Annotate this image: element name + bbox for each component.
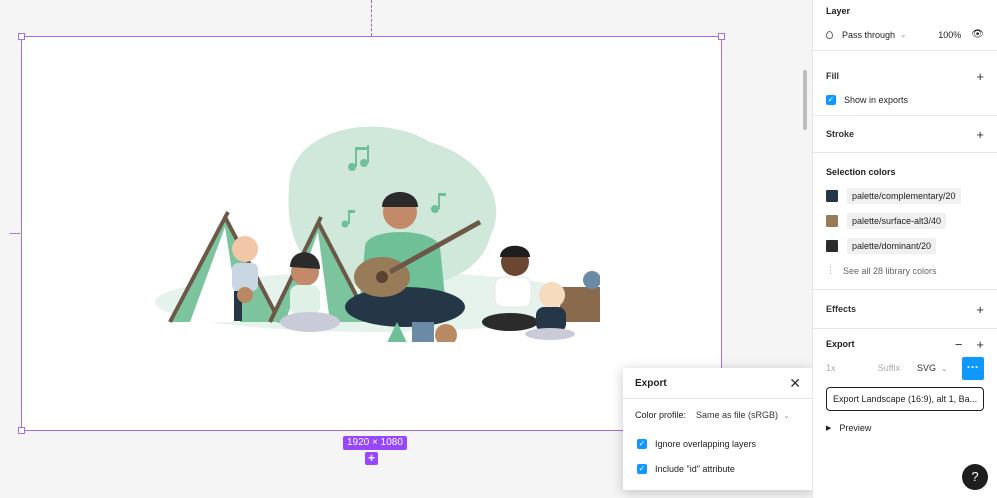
eye-icon[interactable]: 👁 [971,29,984,40]
minus-icon[interactable]: − [955,337,963,352]
export-settings-row: 1x Suffix SVG ⌄ ··· [826,355,985,381]
fill-title: Fill + [826,68,984,84]
checkbox-checked-icon[interactable]: ✓ [637,463,647,474]
resize-handle-top-left[interactable] [18,33,25,40]
preview-toggle[interactable]: ▶ Preview [826,415,984,440]
export-popup-header: Export ✕ [623,368,812,399]
export-title: Export − + [826,336,984,352]
chevron-down-icon[interactable]: ⌄ [900,30,907,39]
stroke-section: Stroke + [813,116,997,153]
selection-colors-section: Selection colors palette/complementary/2… [813,153,997,290]
close-icon[interactable]: ✕ [789,376,801,390]
option-label: Ignore overlapping layers [655,438,757,449]
selection-color-row[interactable]: palette/complementary/20 [826,183,984,208]
export-suffix-input[interactable]: Suffix [861,363,917,373]
properties-panel: Layer Pass through ⌄ 100% 👁 Fill + ✓ Show… [812,0,997,498]
effects-title: Effects + [826,301,984,317]
selection-colors-title: Selection colors [826,167,896,177]
vertical-scrollbar[interactable] [803,70,807,130]
layer-title: Layer [826,6,851,16]
color-profile-select[interactable]: Same as file (sRGB) [696,410,778,420]
add-frame-button[interactable]: + [365,452,378,465]
canvas[interactable]: 1920 × 1080 + Export ✕ Color profile: Sa… [0,0,812,498]
figma-app: 1920 × 1080 + Export ✕ Color profile: Sa… [0,0,997,498]
color-swatch[interactable] [826,214,838,227]
plus-icon[interactable]: + [976,302,984,317]
color-style-name[interactable]: palette/complementary/20 [847,187,961,204]
see-all-colors-row[interactable]: ⋮ See all 28 library colors [826,258,984,283]
export-more-button[interactable]: ··· [961,356,985,380]
show-in-exports-row[interactable]: ✓ Show in exports [826,87,984,112]
include-id-option[interactable]: ✓ Include "id" attribute [623,456,812,481]
ignore-overlapping-option[interactable]: ✓ Ignore overlapping layers [623,431,812,456]
opacity-value[interactable]: 100% [938,30,961,40]
checkbox-checked-icon[interactable]: ✓ [826,94,836,105]
color-profile-row: Color profile: Same as file (sRGB) ⌄ [623,399,812,431]
layer-section: Layer Pass through ⌄ 100% 👁 [813,0,997,51]
preview-label: Preview [839,422,872,433]
selected-frame[interactable] [18,33,725,434]
layer-row: Pass through ⌄ 100% 👁 [826,22,984,47]
color-style-name[interactable]: palette/surface-alt3/40 [847,212,947,229]
see-all-colors-link[interactable]: See all 28 library colors [843,266,937,276]
export-scale-input[interactable]: 1x [826,363,861,373]
blend-mode-select[interactable]: Pass through [842,30,895,40]
plus-icon[interactable]: + [976,69,984,84]
stroke-title: Stroke + [826,126,984,142]
effects-section: Effects + [813,290,997,329]
caret-right-icon[interactable]: ▶ [826,424,831,432]
color-swatch[interactable] [826,189,838,202]
export-settings-popup: Export ✕ Color profile: Same as file (sR… [623,368,812,490]
family-music-illustration [155,126,600,342]
resize-handle-bottom-left[interactable] [18,427,25,434]
checkbox-checked-icon[interactable]: ✓ [637,438,647,449]
plus-icon[interactable]: + [976,337,984,352]
show-in-exports-label: Show in exports [844,94,909,105]
color-swatch[interactable] [826,239,838,252]
more-vertical-icon: ⋮ [826,265,835,275]
export-button[interactable]: Export Landscape (16:9), alt 1, Ba... [826,387,984,411]
export-popup-title: Export [635,377,667,389]
chevron-down-icon[interactable]: ⌄ [941,364,948,373]
guide-vertical [371,0,372,36]
selection-color-row[interactable]: palette/surface-alt3/40 [826,208,984,233]
blend-mode-icon [826,30,833,39]
guide-horizontal [10,233,20,234]
option-label: Include "id" attribute [655,463,735,474]
color-profile-label: Color profile: [635,410,687,420]
export-format-select[interactable]: SVG ⌄ [917,363,952,373]
selection-color-row[interactable]: palette/dominant/20 [826,233,984,258]
color-style-name[interactable]: palette/dominant/20 [847,237,937,254]
help-button[interactable]: ? [962,464,988,490]
resize-handle-top-right[interactable] [718,33,725,40]
export-section: Export − + 1x Suffix SVG ⌄ ··· Export Lan… [813,329,997,446]
plus-icon[interactable]: + [976,127,984,142]
chevron-down-icon[interactable]: ⌄ [783,411,790,420]
fill-section: Fill + ✓ Show in exports [813,51,997,116]
frame-size-badge: 1920 × 1080 [343,436,407,450]
